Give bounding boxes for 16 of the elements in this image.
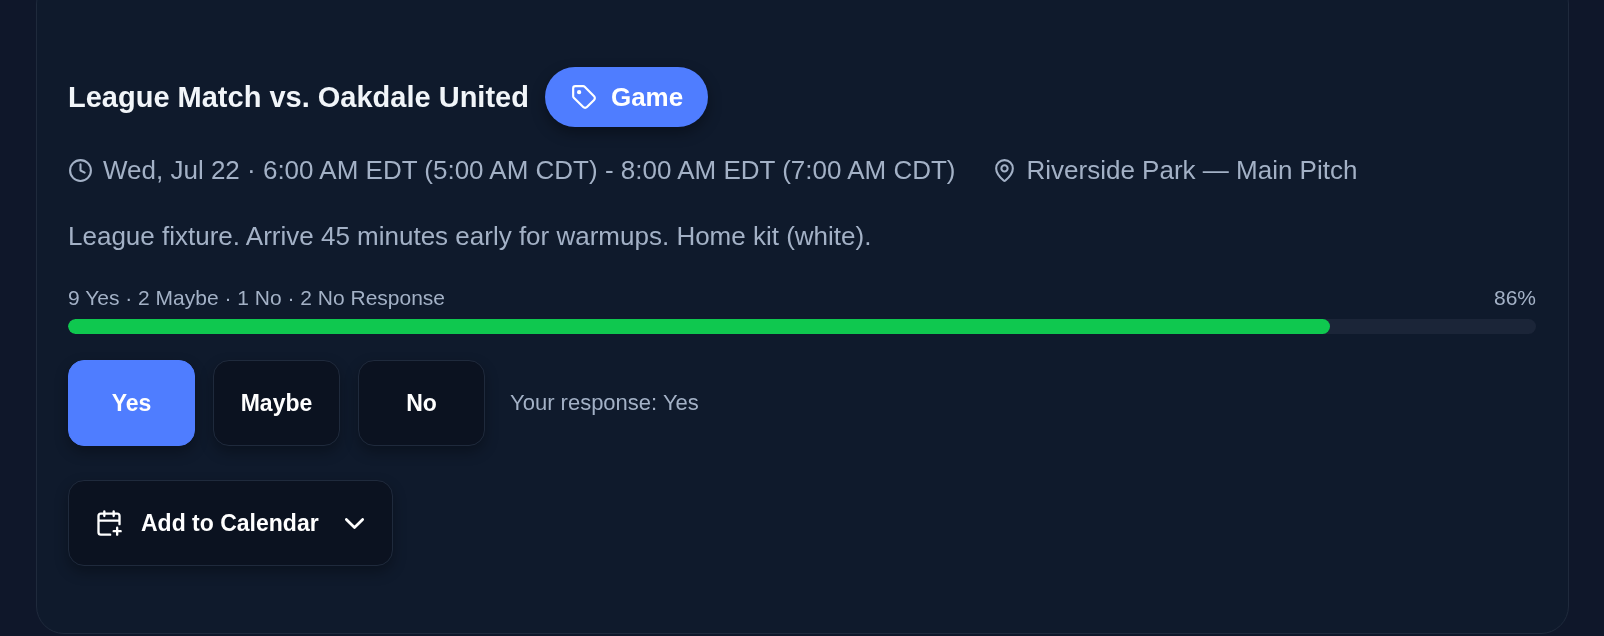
event-location: Riverside Park — Main Pitch bbox=[1026, 155, 1358, 185]
chevron-down-icon bbox=[345, 517, 364, 529]
add-to-calendar-button[interactable]: Add to Calendar bbox=[68, 480, 393, 566]
tag-icon bbox=[570, 84, 597, 110]
attendance-percent: 86% bbox=[1493, 286, 1536, 310]
rsvp-button[interactable]: No bbox=[358, 360, 485, 446]
calendar-plus-icon bbox=[95, 509, 123, 537]
clock-icon bbox=[68, 157, 93, 183]
attendance-summary: 9 Yes · 2 Maybe · 1 No · 2 No Response bbox=[68, 286, 446, 310]
event-title: League Match vs. Oakdale United bbox=[68, 80, 529, 114]
event-time: Wed, Jul 22 · 6:00 AM EDT (5:00 AM CDT) - 8:00 AM EDT (7:00 AM CDT) bbox=[103, 155, 956, 185]
rsvp-button[interactable]: Yes bbox=[68, 360, 195, 446]
badge-label: Game bbox=[610, 81, 684, 113]
your-response-text: Your response: Yes bbox=[510, 390, 699, 416]
rsvp-button[interactable]: Maybe bbox=[213, 360, 340, 446]
event-description: League fixture. Arrive 45 minutes early for warmups. Home kit (white). bbox=[68, 221, 873, 251]
